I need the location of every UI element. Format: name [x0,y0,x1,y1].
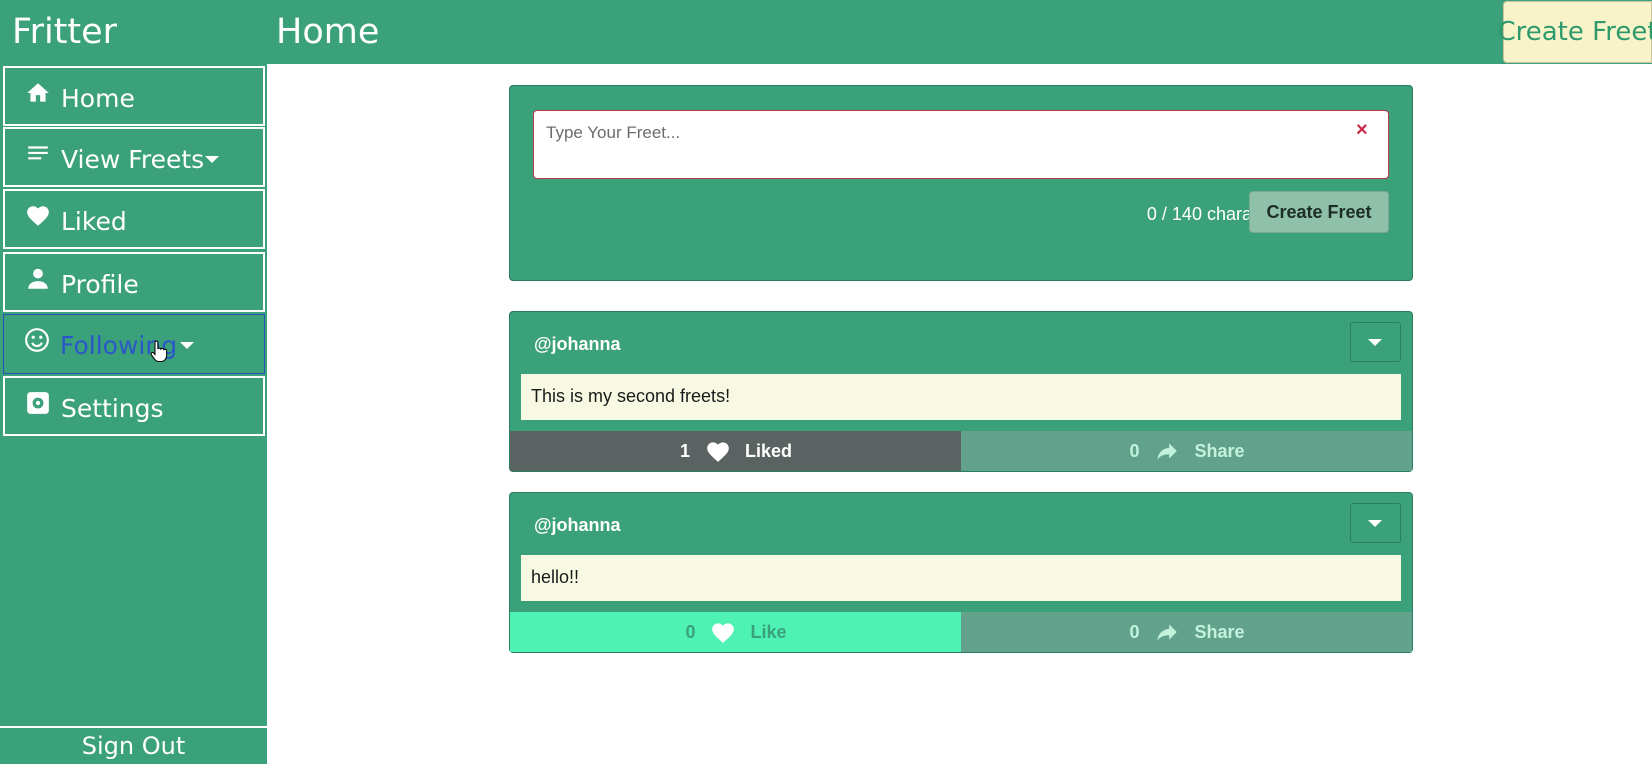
share-arrow-icon [1157,624,1178,641]
like-count: 1 [679,440,690,461]
freet-author[interactable]: @johanna [534,334,621,355]
chevron-down-icon [205,156,219,163]
freet-content: This is my second freets! [521,374,1401,420]
freet-options-button[interactable] [1350,503,1401,543]
sidebar-item-label: Liked [61,207,127,236]
like-button[interactable]: 1 Liked [510,431,961,471]
sidebar-item-label: View Freets [61,145,205,174]
freet-options-button[interactable] [1350,322,1401,362]
heart-icon [712,623,735,643]
page-title: Home [276,12,380,52]
like-count: 0 [685,621,696,642]
chevron-down-icon [1368,339,1382,346]
smiley-icon [25,328,49,352]
create-freet-button[interactable]: Create Freet [1249,191,1389,233]
sidebar-item-label: Home [61,84,135,113]
sidebar-item-view-freets[interactable]: View Freets [3,127,265,187]
person-icon [28,268,48,289]
gear-icon [27,392,49,414]
share-label: Share [1194,621,1245,642]
freet-input[interactable] [533,110,1389,179]
freet-actions: 0 Like 0 Share [510,612,1412,652]
freet-content: hello!! [521,555,1401,601]
sidebar-item-label: Settings [61,394,164,423]
sidebar-item-settings[interactable]: Settings [3,376,265,436]
hand-cursor-icon [150,340,168,362]
top-navbar: Fritter Home Create Freet [0,0,1652,64]
sidebar: Home View Freets Liked Profile Following… [0,64,267,764]
share-button[interactable]: 0 Share [961,431,1412,471]
sidebar-item-home[interactable]: Home [3,66,265,126]
heart-icon [27,206,49,226]
share-arrow-icon [1157,443,1178,460]
clear-input-icon[interactable]: × [1356,119,1368,142]
sidebar-item-liked[interactable]: Liked [3,189,265,249]
brand-logo[interactable]: Fritter [12,12,117,52]
chevron-down-icon [1368,520,1382,527]
share-count: 0 [1129,440,1140,461]
sidebar-item-following[interactable]: Following [3,314,265,374]
sign-out-button[interactable]: Sign Out [0,726,267,764]
freet-actions: 1 Liked 0 Share [510,431,1412,471]
chevron-down-icon [180,342,194,349]
home-icon [27,83,49,102]
heart-icon [707,442,729,462]
sidebar-item-profile[interactable]: Profile [3,252,265,312]
freet-card: @johanna This is my second freets! 1 Lik… [509,311,1413,472]
like-label: Like [750,621,787,642]
freet-card: @johanna hello!! 0 Like 0 Share [509,492,1413,653]
like-label: Liked [744,440,792,461]
share-count: 0 [1129,621,1140,642]
like-button[interactable]: 0 Like [510,612,961,652]
sidebar-item-label: Profile [61,270,139,299]
share-label: Share [1194,440,1245,461]
freet-author[interactable]: @johanna [534,515,621,536]
list-icon [28,146,48,160]
share-button[interactable]: 0 Share [961,612,1412,652]
create-freet-nav-button[interactable]: Create Freet [1497,1,1652,63]
compose-freet-card: × 0 / 140 characters left Create Freet [509,85,1413,281]
